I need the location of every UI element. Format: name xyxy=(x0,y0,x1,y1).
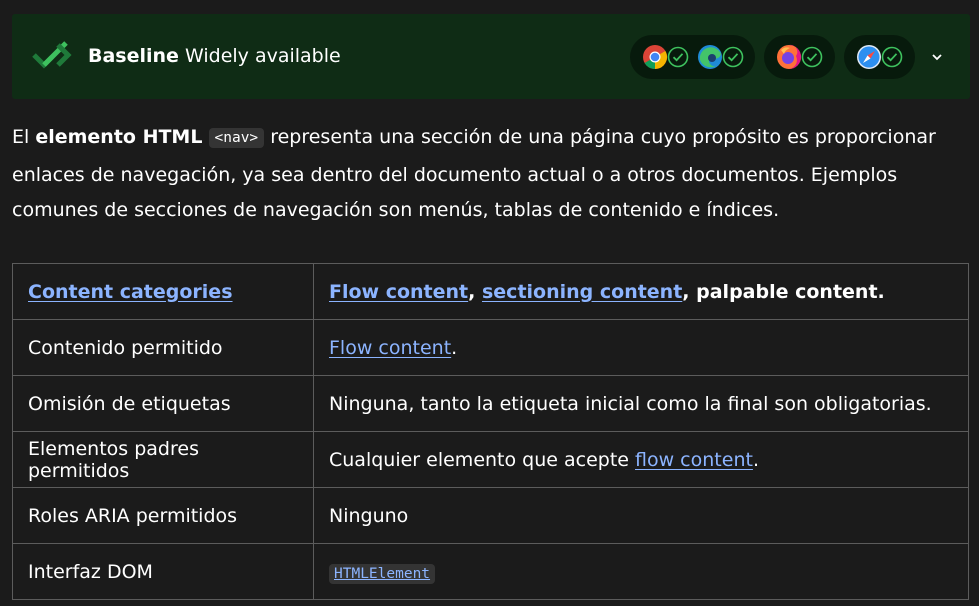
table-cell-value: Cualquier elemento que acepte flow conte… xyxy=(313,431,969,488)
firefox-supported-check-icon xyxy=(801,46,823,68)
content-categories-link[interactable]: Content categories xyxy=(28,281,233,303)
table-cell-label: Content categories xyxy=(12,263,314,320)
safari-supported-check-icon xyxy=(881,46,903,68)
chrome-supported-check-icon xyxy=(667,46,689,68)
edge-supported-check-icon xyxy=(722,46,744,68)
edge-icon xyxy=(698,45,722,69)
htmlelement-link[interactable]: HTMLElement xyxy=(329,563,436,584)
palpable-content-text: , palpable content. xyxy=(682,280,885,303)
browser-support-pill-chromium[interactable] xyxy=(630,35,755,79)
parents-prefix: Cualquier elemento que acepte xyxy=(329,448,636,471)
element-info-table: Content categories Flow content, section… xyxy=(12,263,969,600)
table-cell-label: Omisión de etiquetas xyxy=(12,375,314,432)
table-cell-value: Flow content. xyxy=(313,319,969,376)
table-cell-label: Interfaz DOM xyxy=(12,543,314,600)
table-row: Omisión de etiquetas Ninguna, tanto la e… xyxy=(12,375,969,432)
table-cell-value: HTMLElement xyxy=(313,543,969,600)
baseline-status: Baseline Widely available xyxy=(88,44,341,68)
sectioning-content-link[interactable]: sectioning content xyxy=(482,281,682,303)
browser-support-pill-firefox[interactable] xyxy=(764,35,835,79)
baseline-availability: Widely available xyxy=(184,45,341,67)
flow-content-link[interactable]: Flow content xyxy=(329,281,468,303)
table-cell-label: Roles ARIA permitidos xyxy=(12,487,314,544)
baseline-check-icon xyxy=(32,41,72,69)
firefox-icon xyxy=(777,44,801,69)
chrome-icon xyxy=(643,45,668,69)
table-row: Roles ARIA permitidos Ninguno xyxy=(12,487,969,544)
table-cell-value: Ninguna, tanto la etiqueta inicial como … xyxy=(313,375,969,432)
period: . xyxy=(451,336,458,359)
table-row: Content categories Flow content, section… xyxy=(12,263,969,320)
nav-code: <nav> xyxy=(208,128,265,148)
table-cell-value: Ninguno xyxy=(313,487,969,544)
table-cell-value: Flow content, sectioning content, palpab… xyxy=(313,263,969,320)
intro-prefix: El xyxy=(12,126,36,148)
safari-icon xyxy=(857,45,881,69)
intro-strong: elemento HTML xyxy=(35,126,203,148)
table-row: Contenido permitido Flow content. xyxy=(12,319,969,376)
table-cell-label: Contenido permitido xyxy=(12,319,314,376)
baseline-label: Baseline xyxy=(88,45,179,67)
baseline-banner: Baseline Widely available xyxy=(12,14,970,99)
chevron-down-icon[interactable] xyxy=(930,50,944,64)
table-cell-label: Elementos padres permitidos xyxy=(12,431,314,488)
permitted-flow-content-link[interactable]: Flow content xyxy=(329,337,451,359)
intro-paragraph: El elemento HTML <nav> representa una se… xyxy=(12,120,962,229)
table-row: Interfaz DOM HTMLElement xyxy=(12,543,969,600)
separator: , xyxy=(468,280,482,303)
period: . xyxy=(752,448,759,471)
parents-flow-content-link[interactable]: flow content xyxy=(635,449,753,471)
browser-support-pill-safari[interactable] xyxy=(844,35,915,79)
table-row: Elementos padres permitidos Cualquier el… xyxy=(12,431,969,488)
